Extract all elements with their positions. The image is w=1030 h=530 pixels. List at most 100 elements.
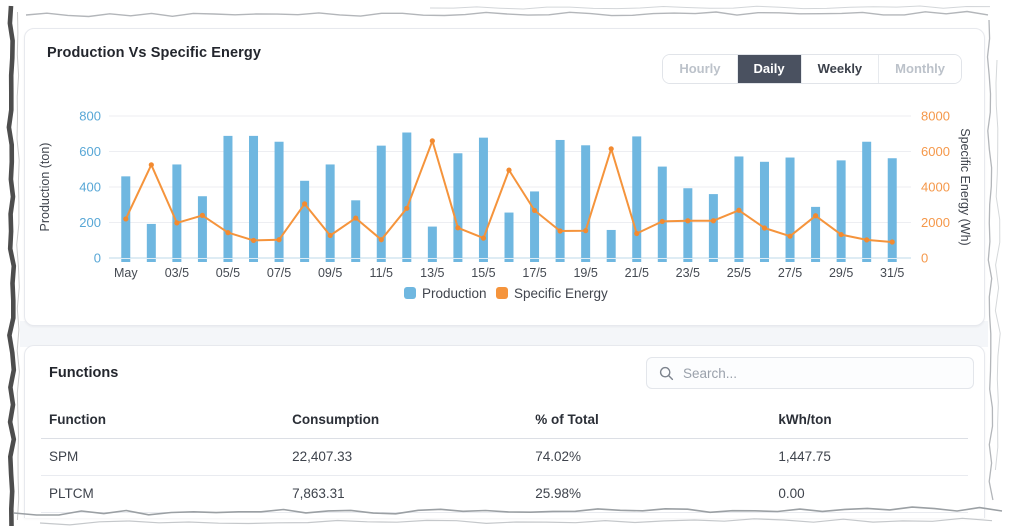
torn-edge-line	[39, 517, 993, 526]
specific-energy-point	[353, 215, 359, 221]
range-tab-daily[interactable]: Daily	[736, 55, 801, 83]
right-axis-tick-label: 8000	[921, 109, 950, 124]
x-axis-tick	[504, 259, 514, 262]
specific-energy-point	[506, 167, 512, 173]
specific-energy-point	[812, 213, 819, 219]
table-cell: 7,863.31	[284, 475, 528, 513]
production-bar	[504, 212, 514, 258]
table-row[interactable]: SPM 22,407.33 74.02% 1,447.75	[41, 438, 968, 476]
production-bar	[836, 160, 846, 258]
table-row[interactable]: PLTCM 7,863.31 25.98% 0.00	[41, 475, 968, 513]
table-cell: SPM	[41, 438, 285, 476]
search-input[interactable]	[683, 365, 961, 381]
table-header-row: Function Consumption% of Total kWh/ton	[41, 402, 968, 439]
functions-card-header: Functions	[25, 346, 984, 400]
left-axis-tick-label: 200	[79, 215, 101, 230]
legend-swatch	[404, 287, 416, 299]
x-axis-label: 23/5	[676, 266, 700, 280]
column-header: kWh/ton	[770, 402, 968, 439]
specific-energy-point	[557, 228, 563, 234]
torn-edge-line	[6, 5, 17, 527]
column-header: Consumption	[284, 402, 528, 439]
x-axis-tick	[862, 259, 872, 262]
specific-energy-point	[480, 235, 487, 241]
right-axis-tick-label: 6000	[921, 144, 950, 159]
specific-energy-point	[455, 225, 461, 231]
x-axis-label: 11/5	[370, 266, 393, 280]
column-header: % of Total	[527, 402, 771, 439]
torn-edge-line	[429, 5, 991, 10]
x-axis-tick	[325, 259, 335, 262]
x-axis-label: 13/5	[420, 266, 444, 280]
production-bar	[223, 135, 233, 258]
production-vs-specific-energy-card: Production Vs Specific Energy Hourly Dail…	[24, 28, 985, 326]
x-axis-label: 19/5	[573, 266, 597, 280]
x-axis-tick	[427, 259, 437, 262]
production-bar	[146, 223, 156, 258]
specific-energy-point	[148, 162, 154, 168]
specific-energy-point	[276, 237, 282, 243]
specific-energy-point	[685, 218, 691, 224]
production-bar	[657, 166, 667, 258]
x-axis-tick	[223, 259, 233, 262]
production-bar	[555, 139, 565, 258]
table-cell: 22,407.33	[284, 438, 528, 476]
production-bar	[402, 132, 412, 258]
production-bar	[197, 196, 207, 258]
range-tab-monthly[interactable]: Monthly	[878, 55, 961, 83]
production-specific-energy-chart: 0 200 400 600 800 0 2000 4000 6000 8000 Production…	[35, 97, 975, 319]
range-tab-weekly[interactable]: Weekly	[800, 55, 879, 83]
functions-table: Function Consumption% of Total kWh/ton SPM…	[41, 402, 968, 513]
x-axis-tick	[478, 259, 488, 262]
x-axis-tick	[657, 259, 667, 262]
specific-energy-point	[864, 237, 870, 243]
legend-label[interactable]: Production	[422, 286, 487, 301]
functions-search-box[interactable]	[646, 357, 974, 389]
specific-energy-point	[634, 230, 640, 237]
table-cell: 74.02%	[527, 438, 771, 476]
table-cell: PLTCM	[41, 475, 285, 513]
specific-energy-point	[736, 207, 742, 213]
production-bar	[606, 229, 616, 258]
x-axis-tick	[530, 259, 540, 262]
x-axis-tick	[402, 259, 412, 262]
left-axis-title: Production (ton)	[38, 143, 52, 232]
x-axis-tick	[632, 259, 642, 262]
x-axis-tick	[351, 259, 361, 262]
x-axis-label: 25/5	[727, 266, 751, 280]
left-axis-tick-label: 400	[79, 180, 101, 195]
range-tab-hourly[interactable]: Hourly	[663, 55, 737, 83]
x-axis-tick	[274, 259, 284, 262]
table-cell: 1,447.75	[770, 438, 968, 476]
x-axis-tick	[300, 259, 310, 262]
specific-energy-point	[404, 205, 410, 211]
x-axis-label: 05/5	[216, 266, 240, 280]
right-axis-title: Specific Energy (Wh)	[958, 128, 972, 245]
x-axis-tick	[785, 259, 795, 262]
x-axis-label: 29/5	[829, 266, 853, 280]
x-axis-tick	[249, 259, 259, 262]
legend-label[interactable]: Specific Energy	[514, 286, 608, 301]
specific-energy-point	[659, 218, 665, 225]
x-axis-label: 03/5	[165, 266, 189, 280]
torn-edge-line	[25, 10, 989, 18]
specific-energy-point	[225, 230, 231, 236]
x-axis-tick	[376, 259, 386, 262]
right-axis-tick-label: 0	[921, 251, 928, 266]
x-axis-tick	[811, 259, 821, 262]
left-axis-tick-label: 800	[79, 109, 101, 124]
specific-energy-point	[199, 212, 206, 218]
production-bar	[453, 153, 463, 258]
x-axis-label: 27/5	[778, 266, 802, 280]
x-axis-label: 07/5	[267, 266, 291, 280]
specific-energy-point	[761, 225, 768, 231]
x-axis-tick	[734, 259, 744, 262]
x-axis-tick	[759, 259, 769, 262]
specific-energy-point	[174, 220, 180, 226]
production-bar	[785, 157, 795, 258]
specific-energy-point	[889, 239, 895, 245]
production-bar	[530, 191, 540, 258]
specific-energy-point	[710, 218, 716, 224]
production-bar	[300, 180, 310, 258]
x-axis-label: May	[114, 266, 138, 280]
